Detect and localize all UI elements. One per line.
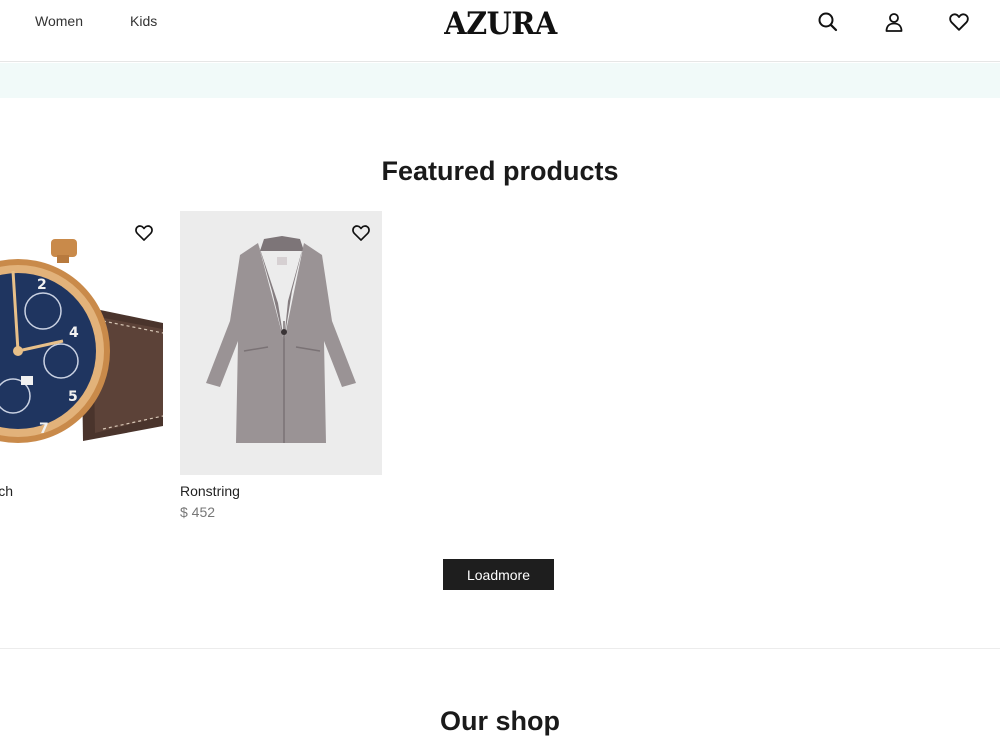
brand-logo[interactable]: AZURA (444, 6, 557, 42)
grey-coat-image (206, 236, 356, 443)
svg-text:4: 4 (69, 325, 79, 341)
heart-icon[interactable] (947, 10, 971, 34)
product-name[interactable]: Ronstring (180, 483, 240, 499)
load-more-button[interactable]: Loadmore (443, 559, 554, 590)
product-name[interactable]: y Watch (0, 483, 13, 499)
section-divider (0, 648, 1000, 649)
featured-products-title: Featured products (381, 156, 619, 186)
product-card[interactable]: 2 4 5 7 y Watch 2 4 (0, 211, 165, 499)
gold-watch-image: 2 4 5 7 (0, 239, 164, 443)
svg-text:5: 5 (68, 389, 78, 405)
nav-link-kids[interactable]: Kids (130, 13, 157, 29)
product-image[interactable]: 2 4 5 7 (0, 211, 165, 475)
product-card[interactable]: Ronstring $ 452 (180, 211, 382, 520)
svg-text:2: 2 (37, 277, 47, 293)
product-price: $ 452 (180, 504, 216, 520)
wishlist-heart-icon[interactable] (133, 222, 155, 244)
product-image[interactable] (180, 211, 382, 475)
search-icon[interactable] (816, 10, 840, 34)
user-icon[interactable] (882, 10, 906, 34)
our-shop-title: Our shop (440, 706, 560, 736)
promo-strip (0, 63, 1000, 98)
wishlist-heart-icon[interactable] (350, 222, 372, 244)
svg-text:7: 7 (39, 421, 49, 437)
nav-link-women[interactable]: Women (35, 13, 83, 29)
site-header: Women Kids AZURA (0, 0, 1000, 62)
